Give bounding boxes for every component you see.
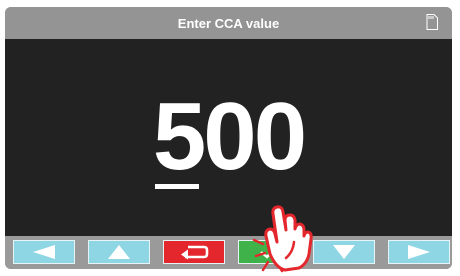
arrow-down-icon: [333, 245, 355, 259]
arrow-left-icon: [33, 245, 55, 259]
tap-hand-icon: [252, 205, 313, 273]
down-button[interactable]: [313, 240, 375, 264]
return-icon: [181, 245, 209, 260]
value-screen: 500: [5, 39, 452, 236]
cca-value-display: 500: [5, 89, 452, 189]
cursor-digit[interactable]: 5: [153, 89, 206, 189]
title-bar: Enter CCA value: [5, 7, 452, 39]
back-button[interactable]: [163, 240, 225, 264]
arrow-right-icon: [408, 245, 430, 259]
up-button[interactable]: [88, 240, 150, 264]
remaining-digits: 00: [203, 83, 307, 190]
right-button[interactable]: [388, 240, 450, 264]
page-title: Enter CCA value: [177, 16, 280, 31]
arrow-up-icon: [108, 245, 130, 259]
left-button[interactable]: [13, 240, 75, 264]
sd-card-icon: [426, 14, 438, 30]
